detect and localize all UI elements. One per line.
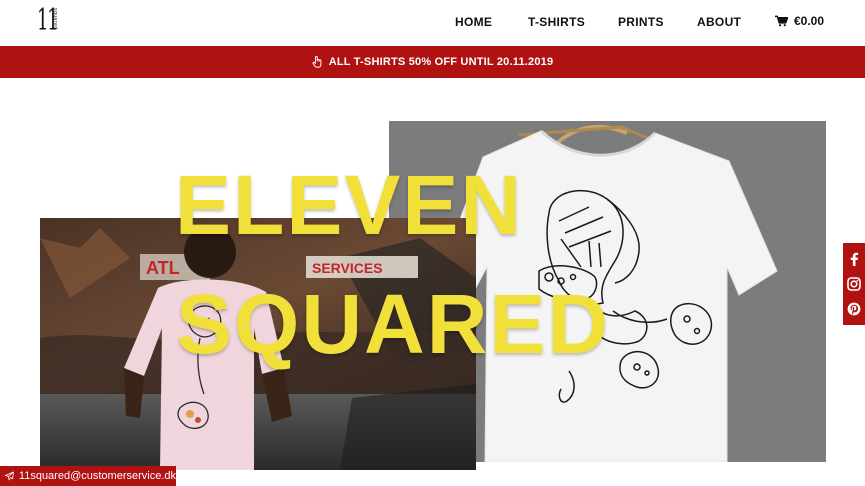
street-scene-illustration: ATL SERVICES: [40, 218, 476, 470]
pinterest-link[interactable]: [846, 301, 862, 317]
pinterest-icon: [847, 302, 861, 316]
nav-prints-link[interactable]: PRINTS: [618, 15, 664, 29]
nav-home-link[interactable]: HOME: [455, 15, 492, 29]
facebook-link[interactable]: [846, 251, 862, 267]
street-sign-left-text: ATL: [146, 258, 180, 278]
facebook-icon: [850, 252, 859, 266]
promo-banner: ALL T-SHIRTS 50% OFF UNTIL 20.11.2019: [0, 46, 865, 78]
street-model-photo: ATL SERVICES: [40, 218, 476, 470]
shopping-cart-icon: [775, 15, 788, 27]
site-header: 11 squared HOME T-SHIRTS PRINTS ABOUT €0…: [0, 0, 865, 46]
cart-total: €0.00: [794, 14, 825, 28]
street-sign-text: SERVICES: [312, 260, 383, 276]
contact-email-text: 11squared@customerservice.dk: [18, 470, 176, 482]
instagram-link[interactable]: [846, 276, 862, 292]
pointing-hand-icon: [312, 56, 322, 68]
instagram-icon: [847, 277, 861, 291]
social-sidebar: [843, 243, 865, 325]
paper-plane-icon: [5, 471, 14, 481]
contact-email-link[interactable]: 11squared@customerservice.dk: [0, 466, 176, 486]
brand-logo[interactable]: 11 squared: [37, 6, 61, 40]
logo-subtext: squared: [52, 8, 58, 30]
nav-tshirts-link[interactable]: T-SHIRTS: [528, 15, 585, 29]
nav-about-link[interactable]: ABOUT: [697, 15, 741, 29]
cart-button[interactable]: €0.00: [775, 14, 824, 28]
promo-text: ALL T-SHIRTS 50% OFF UNTIL 20.11.2019: [328, 56, 554, 68]
